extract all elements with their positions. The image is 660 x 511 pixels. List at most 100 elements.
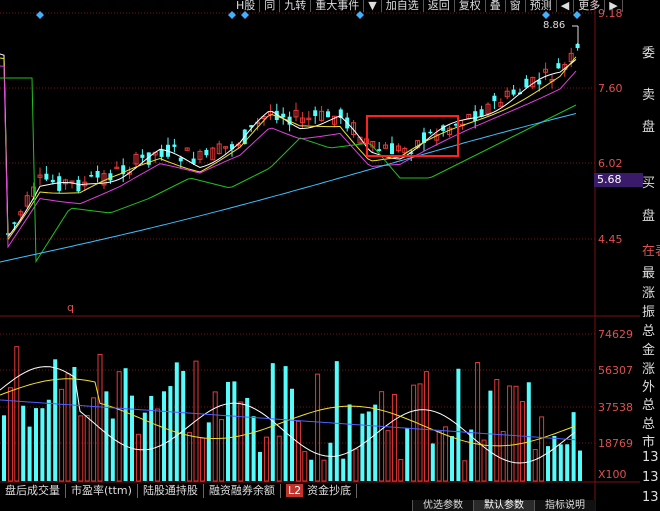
price-label-4: 4.45 <box>598 233 623 246</box>
toolbar-item[interactable]: H股 <box>232 0 261 12</box>
toolbar-item[interactable]: 同 <box>260 0 281 12</box>
volume-bar <box>417 383 423 482</box>
volume-bar <box>341 458 346 481</box>
toolbar-item[interactable]: ◀ <box>557 0 575 12</box>
volume-bar <box>212 391 218 482</box>
volume-bar <box>263 436 269 482</box>
volume-bar <box>475 362 481 482</box>
volume-bar <box>462 460 468 482</box>
ma-line-white <box>0 53 577 239</box>
volume-bar <box>97 353 103 482</box>
side-panel-label: 总 <box>642 417 656 432</box>
volume-bar <box>494 379 500 482</box>
event-marker-icon <box>573 11 581 19</box>
stock-chart-canvas[interactable] <box>0 0 660 511</box>
indicator-tab[interactable]: 市盈率(ttm) <box>66 484 138 498</box>
volume-bar <box>513 385 519 482</box>
parameter-tab[interactable]: 默认参数 <box>473 500 534 511</box>
event-marker-icon <box>228 11 236 19</box>
side-panel-label: 13 <box>642 470 659 485</box>
toolbar-item[interactable]: 叠 <box>486 0 506 12</box>
volume-bar <box>34 408 38 481</box>
volume-bar <box>507 385 513 482</box>
chart-toolbar: H股同九转 重大事件 ▼ 加自选 返回 复权叠窗预测 ◀ 更多 ▶ <box>232 0 623 12</box>
volume-bar <box>295 420 301 482</box>
candle-body <box>390 143 394 155</box>
volume-bar <box>353 448 359 482</box>
candle-body <box>281 113 286 118</box>
toolbar-item[interactable]: 返回 <box>424 0 455 12</box>
volume-bar <box>245 397 250 481</box>
side-panel-label: 总 <box>642 324 656 339</box>
volume-bar <box>21 405 26 481</box>
toolbar-item[interactable]: 复权 <box>455 0 486 12</box>
indicator-tab[interactable]: 盘后成交量 <box>0 484 66 498</box>
volume-bar <box>206 422 211 481</box>
volume-bar <box>187 432 193 482</box>
volume-bar <box>238 401 244 482</box>
side-panel-label: 金 <box>642 343 656 358</box>
parameter-tab[interactable]: 优选参数 <box>412 500 473 511</box>
candle-body <box>95 171 100 178</box>
volume-bar <box>155 408 161 482</box>
volume-bar <box>46 399 51 481</box>
side-panel-label: 买 <box>642 176 656 191</box>
toolbar-item[interactable]: 重大事件 <box>311 0 365 12</box>
volume-bar <box>162 391 166 481</box>
volume-bar <box>405 428 410 481</box>
volume-bar <box>168 386 173 481</box>
indicator-tab-l2[interactable]: L2 资金抄底 <box>281 484 358 498</box>
price-label-top: 9.18 <box>598 7 623 20</box>
side-panel-label: 盘 <box>642 120 656 135</box>
volume-bar <box>398 459 404 482</box>
side-panel-label: 总 <box>642 398 656 413</box>
candle-body <box>313 110 318 116</box>
candle-body <box>12 222 17 224</box>
side-panel-label: 13 <box>642 490 659 505</box>
volume-bar <box>334 361 339 481</box>
toolbar-item[interactable]: 九转 <box>280 0 312 12</box>
parameter-tabs: 优选参数 默认参数 指标说明 <box>412 500 595 511</box>
volume-bar <box>321 459 327 482</box>
price-label-2: 7.60 <box>598 82 623 95</box>
volume-bar <box>532 449 538 482</box>
volume-bar <box>174 362 179 481</box>
candle-body <box>76 179 81 192</box>
volume-bar <box>347 404 352 481</box>
candle-body <box>44 173 49 180</box>
volume-bar <box>385 430 391 482</box>
candle-body <box>524 78 529 88</box>
candle-body <box>178 157 183 162</box>
volume-bar <box>309 459 314 481</box>
volume-bar <box>366 411 371 481</box>
toolbar-item[interactable]: 预测 <box>526 0 557 12</box>
candle-body <box>204 149 209 156</box>
parameter-tab[interactable]: 指标说明 <box>534 500 595 511</box>
toolbar-item[interactable]: ▼ <box>364 0 382 12</box>
volume-bar <box>488 390 493 481</box>
candle-body <box>473 111 478 122</box>
candle-body <box>492 95 497 102</box>
volume-bar <box>450 436 454 481</box>
volume-bar <box>130 395 134 481</box>
toolbar-item[interactable]: 加自选 <box>382 0 424 12</box>
volume-unit-label: X100 <box>598 468 627 481</box>
chart-annotation: q <box>67 301 74 314</box>
candle-body <box>140 154 145 158</box>
toolbar-item[interactable]: 窗 <box>506 0 526 12</box>
side-panel-label: 盘 <box>642 209 656 224</box>
l2-badge: L2 <box>285 484 304 497</box>
indicator-tabs: 盘后成交量 市盈率(ttm) 陆股通持股 融资融券余额 L2 资金抄底 <box>0 484 358 498</box>
volume-bar <box>78 415 84 482</box>
price-label-3: 6.02 <box>598 157 623 170</box>
indicator-tab-label: 资金抄底 <box>307 484 352 497</box>
volume-bar <box>123 368 128 481</box>
volume-bar <box>500 430 506 482</box>
indicator-tab[interactable]: 融资融券余额 <box>204 484 281 498</box>
volume-bar <box>226 381 230 481</box>
volume-bar <box>539 416 545 482</box>
side-panel-label: 市 <box>642 435 656 450</box>
volume-bar <box>258 451 262 481</box>
volume-bar <box>519 401 525 482</box>
indicator-tab[interactable]: 陆股通持股 <box>138 484 204 498</box>
